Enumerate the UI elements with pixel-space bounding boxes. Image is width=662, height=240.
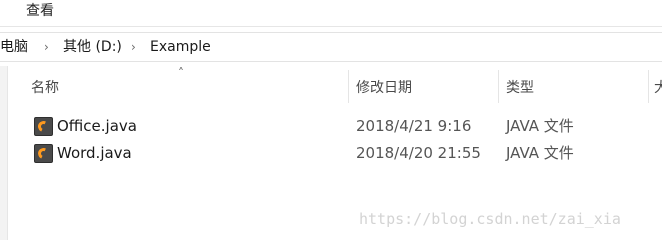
address-bar[interactable]: 此电脑 › 其他 (D:) › Example xyxy=(0,32,662,62)
file-type: JAVA 文件 xyxy=(506,144,574,162)
watermark-text: https://blog.csdn.net/zai_xia xyxy=(359,210,621,228)
breadcrumb-drive-d[interactable]: 其他 (D:) xyxy=(63,37,122,57)
column-separator[interactable] xyxy=(348,70,349,103)
file-name: Office.java xyxy=(57,117,137,135)
chevron-right-icon[interactable]: › xyxy=(131,37,136,57)
sort-ascending-icon: ˄ xyxy=(178,66,184,80)
file-date-modified: 2018/4/21 9:16 xyxy=(356,117,472,135)
file-type: JAVA 文件 xyxy=(506,117,574,135)
column-header-type[interactable]: 类型 xyxy=(506,78,534,98)
tab-view[interactable]: 查看 xyxy=(26,1,54,21)
file-name: Word.java xyxy=(57,144,132,162)
sublime-text-file-icon xyxy=(34,144,53,163)
column-separator[interactable] xyxy=(648,70,649,103)
file-row[interactable]: Word.java 2018/4/20 21:55 JAVA 文件 xyxy=(26,141,662,165)
file-date-modified: 2018/4/20 21:55 xyxy=(356,144,481,162)
sublime-text-file-icon xyxy=(34,117,53,136)
file-row[interactable]: Office.java 2018/4/21 9:16 JAVA 文件 xyxy=(26,114,662,138)
ribbon: 查看 xyxy=(0,0,662,27)
chevron-right-icon[interactable]: › xyxy=(44,37,49,57)
breadcrumb-this-pc[interactable]: 此电脑 xyxy=(0,37,28,57)
column-header-size[interactable]: 大 xyxy=(654,78,662,98)
column-header: ˄ 名称 修改日期 类型 大 xyxy=(0,66,662,104)
column-header-date-modified[interactable]: 修改日期 xyxy=(356,78,412,98)
breadcrumb-example[interactable]: Example xyxy=(150,37,211,57)
column-header-name[interactable]: 名称 xyxy=(31,78,59,98)
column-separator[interactable] xyxy=(498,70,499,103)
